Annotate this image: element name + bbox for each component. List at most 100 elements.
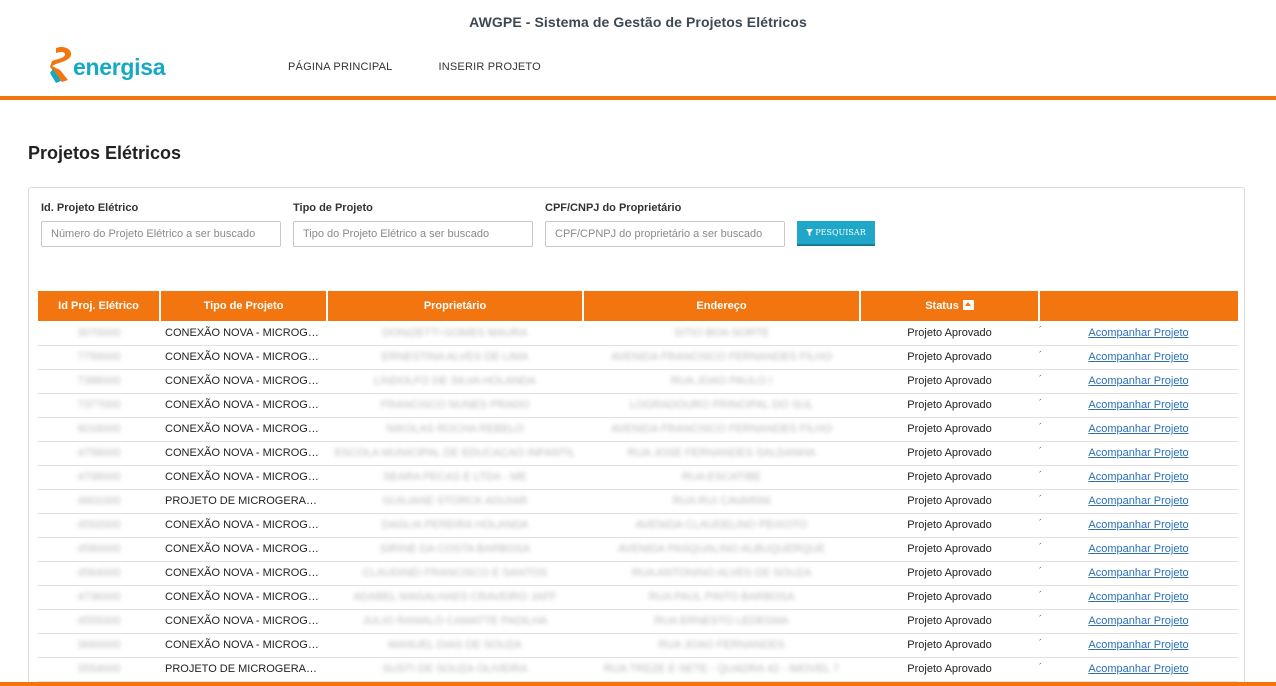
project-type-input[interactable] [293,221,533,247]
cell-action: ´ Acompanhar Projeto [1039,345,1238,370]
cell-address: AVENIDA FRANCISCO FERNANDES FILHO [583,417,860,442]
row-marker: ´ [1039,661,1042,672]
row-marker: ´ [1039,349,1042,360]
track-project-link[interactable]: Acompanhar Projeto [1088,591,1188,603]
filter-icon [806,229,814,236]
cell-project-id: 4580000 [38,537,160,562]
cell-project-type: CONEXÃO NOVA - MICROGERAÇÃO [160,633,327,658]
col-header-owner[interactable]: Proprietário [327,291,584,321]
header-divider [0,96,1276,100]
cell-project-id: 7759000 [38,345,160,370]
cell-project-id: 4601000 [38,489,160,514]
track-project-link[interactable]: Acompanhar Projeto [1088,495,1188,507]
cell-project-type: CONEXÃO NOVA - MICROGERAÇÃO [160,345,327,370]
cell-address: RUA ERNESTO LEDESMA [583,609,860,634]
row-marker: ´ [1039,469,1042,480]
row-marker: ´ [1039,517,1042,528]
track-project-link[interactable]: Acompanhar Projeto [1088,615,1188,627]
cell-project-type: CONEXÃO NOVA - MICROGERAÇÃO [160,369,327,394]
row-marker: ´ [1039,637,1042,648]
track-project-link[interactable]: Acompanhar Projeto [1088,423,1188,435]
cell-status: Projeto Aprovado [860,657,1039,682]
table-row: 4592000CONEXÃO NOVA - MICROGERAÇÃODAGLIA… [38,513,1238,538]
table-row: 7377000CONEXÃO NOVA - MICROGERAÇÃOFRANCI… [38,393,1238,418]
bottom-divider [0,682,1276,686]
cell-action: ´ Acompanhar Projeto [1039,537,1238,562]
track-project-link[interactable]: Acompanhar Projeto [1088,375,1188,387]
filter-type-label: Tipo de Projeto [293,202,373,214]
projects-table-wrap: Id Proj. Elétrico Tipo de Projeto Propri… [38,291,1238,682]
filter-doc: CPF/CNPJ do Proprietário [545,202,785,247]
filter-id: Id. Projeto Elétrico [41,202,281,247]
cell-project-id: 3660000 [38,633,160,658]
cell-action: ´ Acompanhar Projeto [1039,441,1238,466]
track-project-link[interactable]: Acompanhar Projeto [1088,351,1188,363]
table-row: 6016000CONEXÃO NOVA - MICROGERAÇÃONIKOLA… [38,417,1238,442]
track-project-link[interactable]: Acompanhar Projeto [1088,519,1188,531]
col-header-actions [1039,291,1238,321]
cell-status: Projeto Aprovado [860,585,1039,610]
row-marker: ´ [1039,613,1042,624]
sort-asc-icon[interactable] [962,300,974,310]
cell-project-id: 4736000 [38,585,160,610]
cell-address: SITIO BOA SORTE [583,321,860,346]
col-header-id[interactable]: Id Proj. Elétrico [38,291,161,321]
main-nav: PÁGINA PRINCIPAL INSERIR PROJETO [288,61,541,73]
cell-action: ´ Acompanhar Projeto [1039,489,1238,514]
search-button[interactable]: PESQUISAR [797,221,875,246]
owner-document-input[interactable] [545,221,785,247]
row-marker: ´ [1039,397,1042,408]
cell-status: Projeto Aprovado [860,489,1039,514]
cell-action: ´ Acompanhar Projeto [1039,321,1238,346]
cell-owner: MANUEL DIAS DE SOUZA [327,633,583,658]
track-project-link[interactable]: Acompanhar Projeto [1088,399,1188,411]
table-row: 4564000CONEXÃO NOVA - MICROGERAÇÃOCLAUDI… [38,561,1238,586]
project-id-input[interactable] [41,221,281,247]
track-project-link[interactable]: Acompanhar Projeto [1088,327,1188,339]
cell-address: RUA ESCATIBE [583,465,860,490]
track-project-link[interactable]: Acompanhar Projeto [1088,663,1188,675]
table-row: 4758000CONEXÃO NOVA - MICROGERAÇÃOESCOLA… [38,441,1238,466]
cell-action: ´ Acompanhar Projeto [1039,513,1238,538]
track-project-link[interactable]: Acompanhar Projeto [1088,567,1188,579]
cell-status: Projeto Aprovado [860,345,1039,370]
cell-action: ´ Acompanhar Projeto [1039,657,1238,682]
cell-owner: SEARA PECAS E LTDA - ME [327,465,583,490]
table-header-row: Id Proj. Elétrico Tipo de Projeto Propri… [38,291,1238,321]
cell-project-id: 7388000 [38,369,160,394]
cell-status: Projeto Aprovado [860,393,1039,418]
col-header-type[interactable]: Tipo de Projeto [160,291,328,321]
cell-status: Projeto Aprovado [860,321,1039,346]
table-row: 4736000CONEXÃO NOVA - MICROGERAÇÃOADABEL… [38,585,1238,610]
cell-project-type: PROJETO DE MICROGERAÇÃO - BAIXA TENSÃO [160,657,327,682]
track-project-link[interactable]: Acompanhar Projeto [1088,639,1188,651]
track-project-link[interactable]: Acompanhar Projeto [1088,471,1188,483]
cell-owner: SUSTI DE SOUZA OLIVEIRA [327,657,583,682]
cell-project-type: CONEXÃO NOVA - MICROGERAÇÃO [160,393,327,418]
cell-owner: FRANCISCO NUNES PRADO [327,393,583,418]
cell-owner: ESCOLA MUNICIPAL DE EDUCACAO INFANTIL [327,441,583,466]
nav-home[interactable]: PÁGINA PRINCIPAL [288,61,392,73]
cell-project-id: 4708000 [38,465,160,490]
cell-project-type: CONEXÃO NOVA - MICROGERAÇÃO [160,561,327,586]
col-header-address[interactable]: Endereço [583,291,861,321]
cell-address: LOGRADOURO PRINCIPAL DO SUL [583,393,860,418]
table-row: 3660000CONEXÃO NOVA - MICROGERAÇÃOMANUEL… [38,633,1238,658]
cell-address: AVENIDA CLAUDELINO PEIXOTO [583,513,860,538]
cell-status: Projeto Aprovado [860,513,1039,538]
nav-insert-project[interactable]: INSERIR PROJETO [438,61,540,73]
filter-doc-label: CPF/CNPJ do Proprietário [545,202,682,214]
cell-status: Projeto Aprovado [860,417,1039,442]
cell-address: RUA TREZE E SETE - QUADRA 42 - IMOVEL 7 [583,657,860,682]
col-header-status[interactable]: Status [860,291,1040,321]
track-project-link[interactable]: Acompanhar Projeto [1088,447,1188,459]
table-row: 7388000CONEXÃO NOVA - MICROGERAÇÃOLINDOL… [38,369,1238,394]
cell-status: Projeto Aprovado [860,369,1039,394]
track-project-link[interactable]: Acompanhar Projeto [1088,543,1188,555]
brand-name: energisa [73,54,166,80]
cell-project-id: 4758000 [38,441,160,466]
energisa-logo[interactable]: energisa [50,45,180,87]
row-marker: ´ [1039,565,1042,576]
table-row: 3070000CONEXÃO NOVA - MICROGERAÇÃODONIZE… [38,321,1238,346]
cell-owner: LINDOLFO DE SILVA HOLANDA [327,369,583,394]
